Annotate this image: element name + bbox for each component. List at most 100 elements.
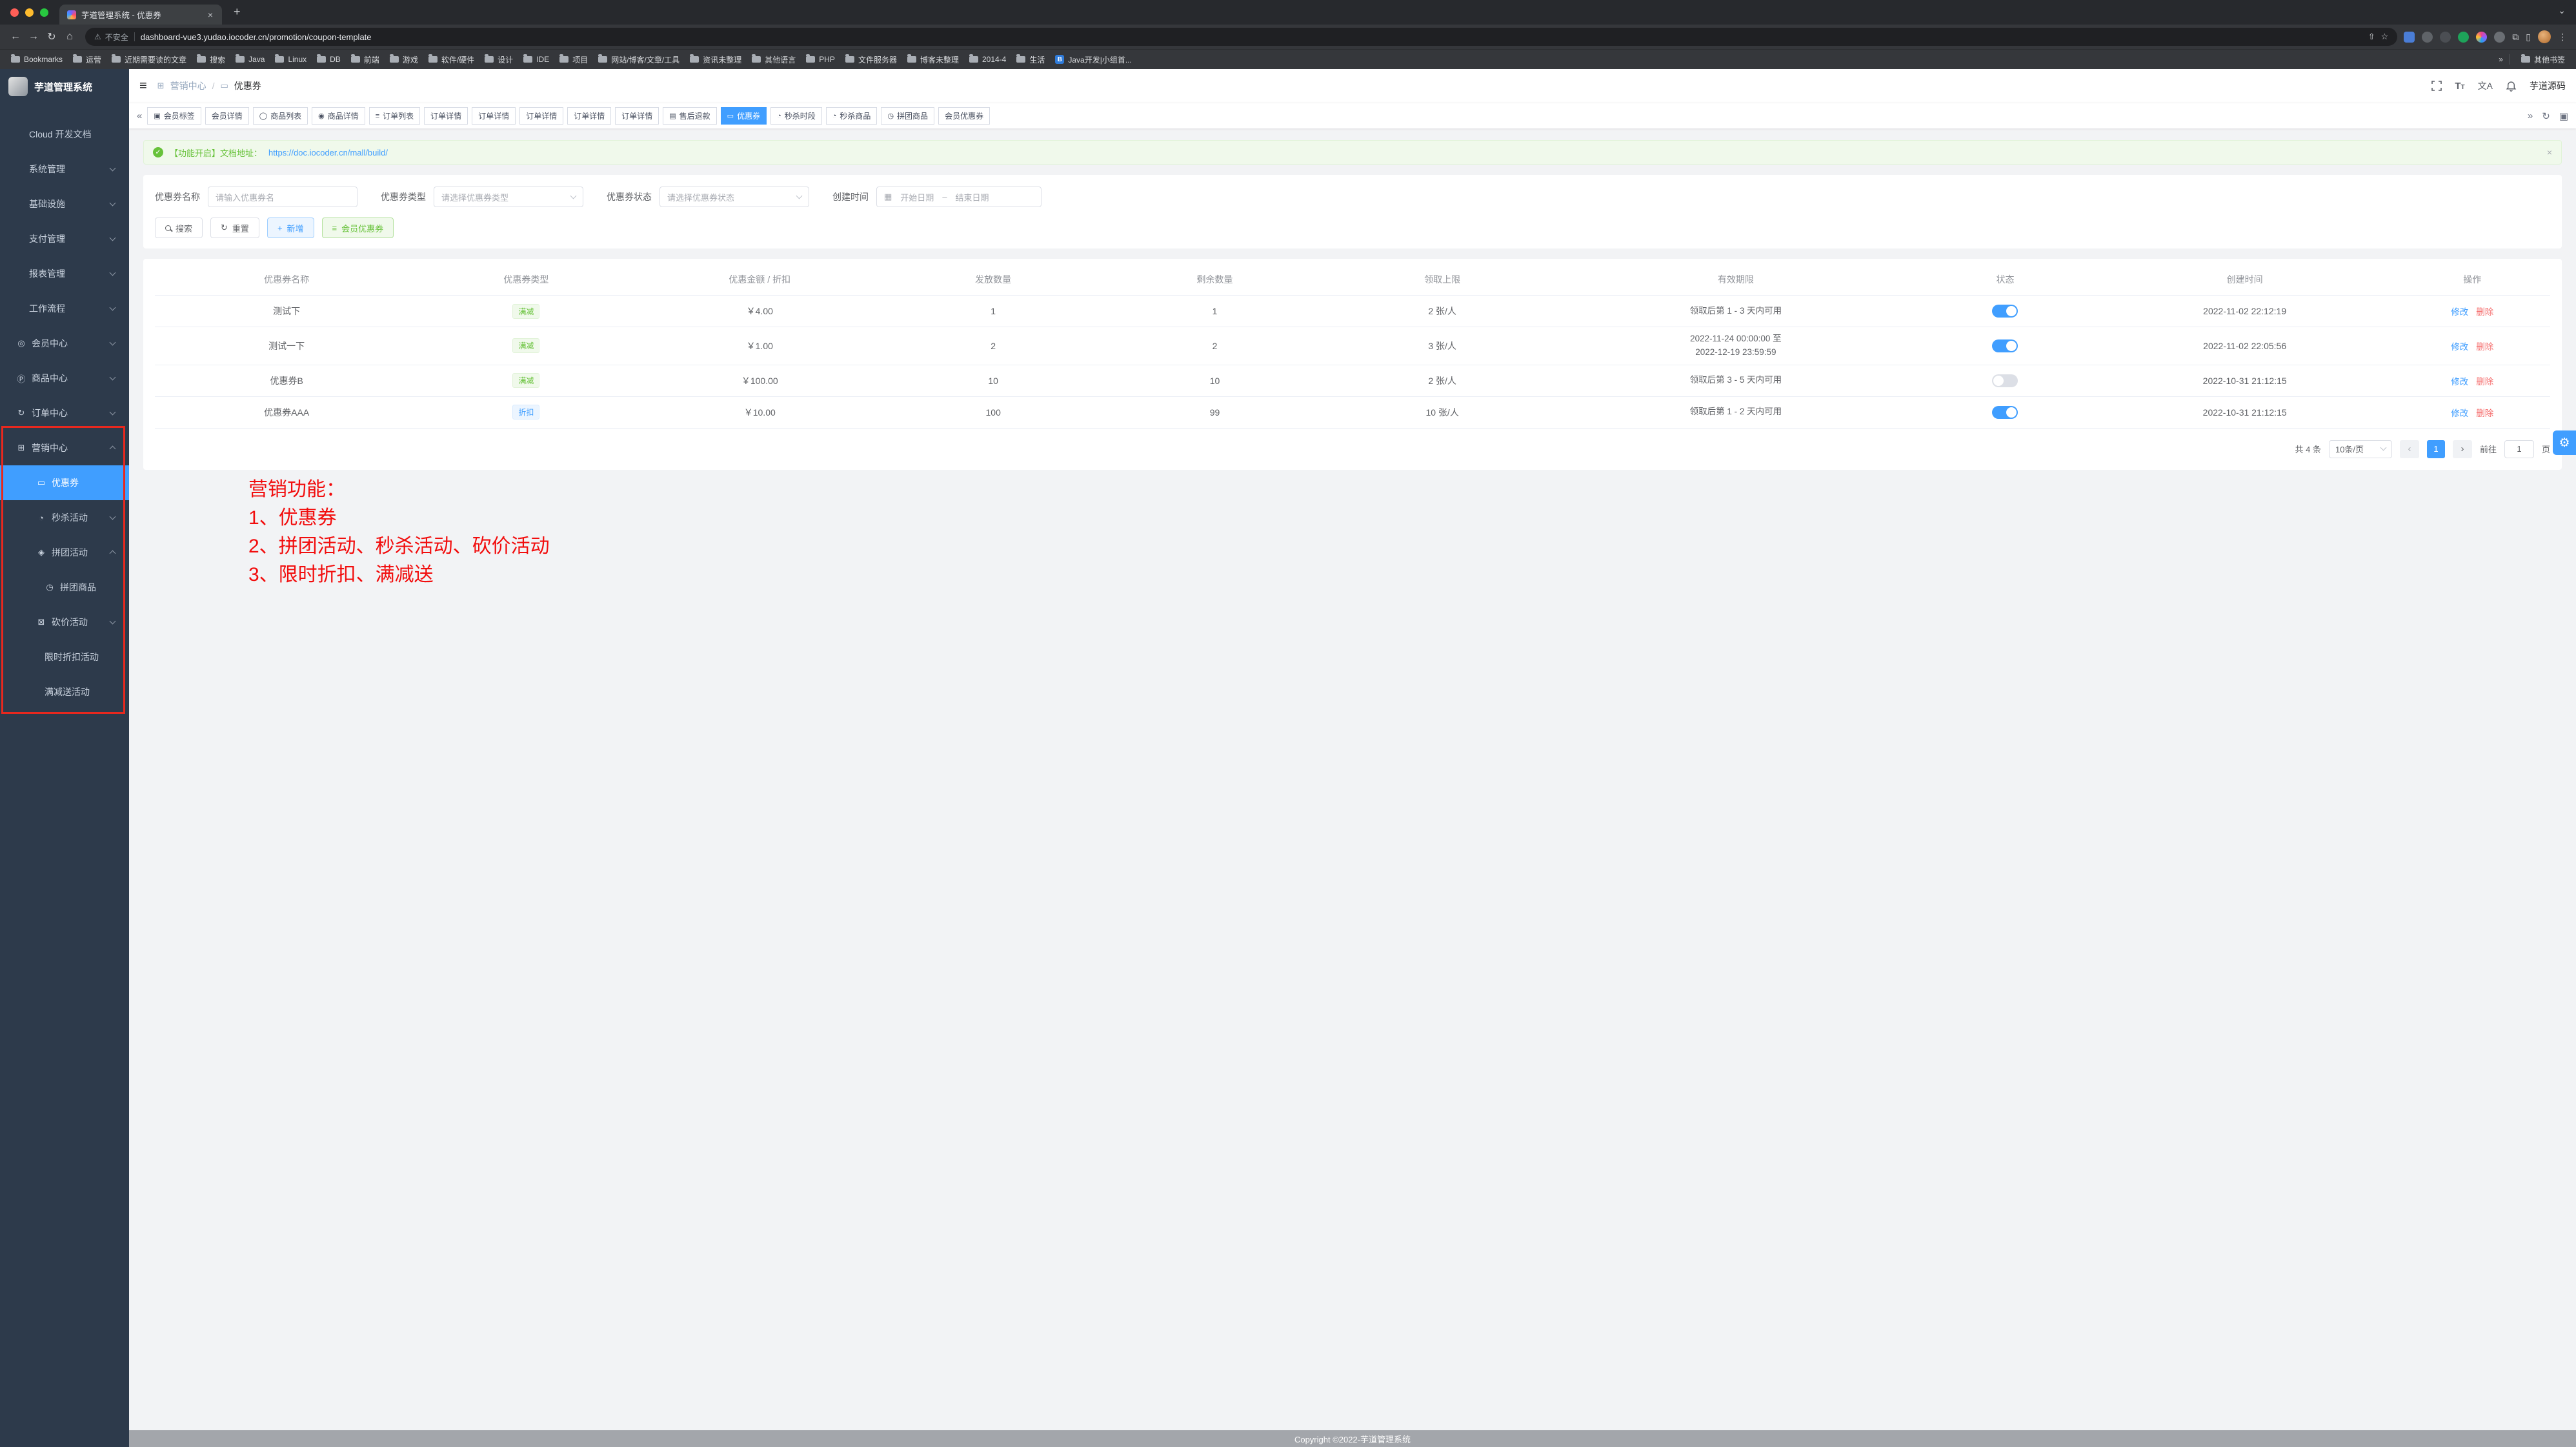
bookmark-folder[interactable]: 博客未整理 <box>903 52 963 68</box>
browser-profile-avatar[interactable] <box>2538 30 2551 43</box>
edit-link[interactable]: 修改 <box>2451 374 2468 387</box>
bookmark-folder[interactable]: 近期需要读的文章 <box>107 52 191 68</box>
tab-order-detail-4[interactable]: 订单详情 <box>567 107 611 125</box>
close-window-button[interactable] <box>10 8 19 17</box>
tab-seckill-time[interactable]: ◔秒杀时段 <box>770 107 822 125</box>
tab-search-icon[interactable]: ⌄ <box>2558 5 2566 16</box>
bookmark-folder[interactable]: 资讯未整理 <box>685 52 746 68</box>
current-page-button[interactable]: 1 <box>2427 440 2445 458</box>
address-bar[interactable]: ⚠ 不安全 dashboard-vue3.yudao.iocoder.cn/pr… <box>85 28 2397 46</box>
bookmark-link[interactable]: BJava开发|小组首... <box>1051 52 1136 68</box>
sidebar-item-coupon[interactable]: ▭优惠券 <box>0 465 129 500</box>
settings-gear-button[interactable]: ⚙ <box>2553 430 2576 455</box>
side-panel-icon[interactable]: ▯ <box>2526 32 2531 43</box>
bookmark-folder[interactable]: 文件服务器 <box>841 52 901 68</box>
goto-page-input[interactable]: 1 <box>2504 440 2534 458</box>
bell-icon[interactable] <box>2506 81 2517 92</box>
status-toggle[interactable] <box>1992 406 2018 419</box>
reload-icon[interactable]: ↻ <box>43 30 61 43</box>
tab-member-tag[interactable]: ▣会员标签 <box>147 107 201 125</box>
prev-page-button[interactable]: ‹ <box>2400 440 2419 458</box>
sidebar-item-cloud-docs[interactable]: Cloud 开发文档 <box>0 117 129 152</box>
reset-button[interactable]: ↻ 重置 <box>210 218 259 238</box>
bookmark-folder[interactable]: PHP <box>801 52 840 66</box>
sidebar-item-infra[interactable]: 基础设施 <box>0 187 129 221</box>
member-coupon-button[interactable]: ≡ 会员优惠券 <box>322 218 394 238</box>
share-icon[interactable]: ⇧ <box>2368 32 2375 42</box>
tags-scroll-left-icon[interactable]: « <box>137 110 142 121</box>
bookmark-folder[interactable]: DB <box>312 52 345 66</box>
bookmark-folder[interactable]: 软件/硬件 <box>424 52 479 68</box>
coupon-type-select[interactable]: 请选择优惠券类型 <box>434 187 583 207</box>
edit-link[interactable]: 修改 <box>2451 406 2468 419</box>
extension-icon-1[interactable] <box>2404 32 2415 43</box>
sidebar-item-order-center[interactable]: ↻订单中心 <box>0 396 129 430</box>
sidebar-item-groupon-product[interactable]: ◷拼团商品 <box>0 570 129 605</box>
font-size-icon[interactable]: TT <box>2455 81 2464 92</box>
browser-menu-icon[interactable]: ⋮ <box>2558 32 2567 43</box>
bookmark-folder[interactable]: 运营 <box>68 52 106 68</box>
bookmark-folder[interactable]: 设计 <box>480 52 518 68</box>
breadcrumb-parent[interactable]: 营销中心 <box>170 79 206 92</box>
next-page-button[interactable]: › <box>2453 440 2472 458</box>
edit-link[interactable]: 修改 <box>2451 339 2468 352</box>
sidebar-item-full-reduction[interactable]: 满减送活动 <box>0 674 129 709</box>
zoom-window-button[interactable] <box>40 8 48 17</box>
tab-order-detail-5[interactable]: 订单详情 <box>615 107 659 125</box>
add-button[interactable]: + 新增 <box>267 218 314 238</box>
tab-order-detail-3[interactable]: 订单详情 <box>519 107 563 125</box>
sidebar-item-report[interactable]: 报表管理 <box>0 256 129 291</box>
status-toggle[interactable] <box>1992 374 2018 387</box>
other-bookmarks[interactable]: 其他书签 <box>2517 52 2570 68</box>
bookmark-folder[interactable]: IDE <box>519 52 554 66</box>
security-indicator[interactable]: ⚠ 不安全 <box>94 32 128 43</box>
tab-product-detail[interactable]: ◉商品详情 <box>312 107 365 125</box>
tab-order-detail-1[interactable]: 订单详情 <box>424 107 468 125</box>
extension-icon-5[interactable] <box>2476 32 2487 43</box>
bookmarks-overflow-icon[interactable]: » <box>2499 55 2503 64</box>
tab-coupon[interactable]: ▭优惠券 <box>721 107 767 125</box>
bookmark-folder[interactable]: 前端 <box>347 52 384 68</box>
status-toggle[interactable] <box>1992 339 2018 352</box>
bookmark-folder[interactable]: Bookmarks <box>6 52 67 66</box>
hamburger-icon[interactable]: ≡ <box>139 79 147 94</box>
tab-order-list[interactable]: ≡订单列表 <box>369 107 420 125</box>
edit-link[interactable]: 修改 <box>2451 305 2468 318</box>
extension-icon-2[interactable] <box>2422 32 2433 43</box>
tab-member-detail[interactable]: 会员详情 <box>205 107 249 125</box>
sidebar-item-system[interactable]: 系统管理 <box>0 152 129 187</box>
delete-link[interactable]: 删除 <box>2476 374 2493 387</box>
extensions-puzzle-icon[interactable]: ⧉ <box>2512 32 2519 43</box>
bookmark-folder[interactable]: 游戏 <box>385 52 423 68</box>
extension-icon-4[interactable] <box>2458 32 2469 43</box>
bookmark-folder[interactable]: Linux <box>270 52 311 66</box>
current-user[interactable]: 芋道源码 <box>2530 79 2566 92</box>
home-icon[interactable]: ⌂ <box>61 31 79 43</box>
back-icon[interactable]: ← <box>6 31 25 43</box>
coupon-status-select[interactable]: 请选择优惠券状态 <box>659 187 809 207</box>
extension-icon-3[interactable] <box>2440 32 2451 43</box>
tags-refresh-icon[interactable]: ↻ <box>2542 110 2550 122</box>
sidebar-item-marketing-center[interactable]: ⊞营销中心 <box>0 430 129 465</box>
browser-tab[interactable]: 芋道管理系统 - 优惠券 × <box>59 5 222 25</box>
coupon-name-input[interactable]: 请输入优惠券名 <box>208 187 357 207</box>
sidebar-item-workflow[interactable]: 工作流程 <box>0 291 129 326</box>
translate-icon[interactable]: 文A <box>2478 79 2493 92</box>
bookmark-folder[interactable]: 其他语言 <box>747 52 800 68</box>
bookmark-folder[interactable]: 2014-4 <box>965 52 1011 66</box>
tab-close-icon[interactable]: × <box>206 10 214 20</box>
sidebar-item-product-center[interactable]: Ⓟ商品中心 <box>0 361 129 396</box>
page-size-select[interactable]: 10条/页 <box>2329 440 2392 458</box>
bookmark-star-icon[interactable]: ☆ <box>2381 32 2389 42</box>
bookmark-folder[interactable]: 搜索 <box>192 52 230 68</box>
sidebar-item-member-center[interactable]: ◎会员中心 <box>0 326 129 361</box>
tags-layout-icon[interactable]: ▣ <box>2559 110 2568 122</box>
app-logo-area[interactable]: 芋道管理系统 <box>0 69 129 104</box>
notice-close-icon[interactable]: × <box>2547 147 2552 157</box>
search-button[interactable]: 搜索 <box>155 218 203 238</box>
new-tab-button[interactable]: + <box>234 5 241 19</box>
sidebar-item-time-discount[interactable]: 限时折扣活动 <box>0 640 129 674</box>
fullscreen-icon[interactable] <box>2431 81 2442 91</box>
bookmark-folder[interactable]: 项目 <box>555 52 592 68</box>
minimize-window-button[interactable] <box>25 8 34 17</box>
